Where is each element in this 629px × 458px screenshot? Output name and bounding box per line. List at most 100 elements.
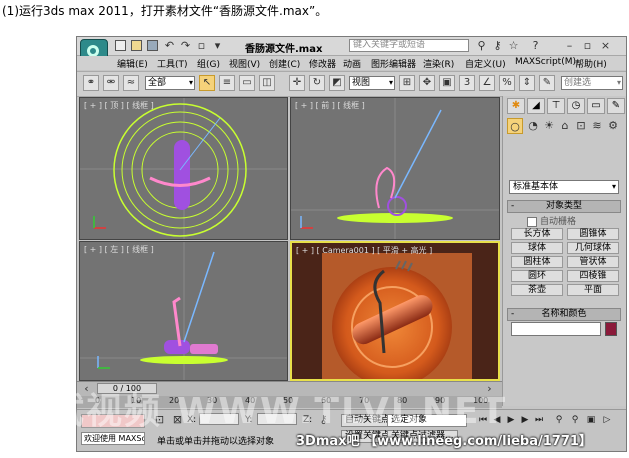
primitive-category-dropdown[interactable]: 标准基本体: [509, 180, 619, 194]
menu-create[interactable]: 创建(C): [269, 57, 300, 70]
selection-filter-dropdown[interactable]: 全部: [145, 76, 195, 90]
object-type-title: 对象类型: [545, 201, 582, 211]
undo-icon[interactable]: ↶: [163, 39, 176, 52]
cylinder-button[interactable]: 圆柱体: [511, 256, 563, 268]
binoculars-icon[interactable]: ⚲: [475, 39, 488, 52]
display-tab-icon[interactable]: ▭: [587, 98, 605, 114]
tutorial-caption: (1)运行3ds max 2011，打开素材文件“香肠源文件.max”。: [2, 4, 328, 18]
viewport-left-label[interactable]: [ + ] [ 左 ] [ 线框 ]: [84, 244, 154, 255]
named-selection-set-dropdown[interactable]: 创建选: [561, 76, 623, 90]
zoom-all-icon[interactable]: ⚲: [569, 415, 581, 426]
menu-group[interactable]: 组(G): [197, 57, 220, 70]
watermark-main: 调试视频 WWW.TLVI.NET: [10, 391, 508, 432]
select-and-move-icon[interactable]: ✛: [289, 75, 305, 91]
help-search-input[interactable]: 键入关键字或短语: [349, 39, 469, 52]
favorites-icon[interactable]: ☆: [507, 39, 520, 52]
object-color-swatch[interactable]: [605, 322, 617, 336]
box-button[interactable]: 长方体: [511, 228, 563, 240]
name-and-color-rollout[interactable]: - 名称和颜色: [507, 308, 621, 321]
pyramid-button[interactable]: 四棱锥: [567, 270, 619, 282]
hold-icon[interactable]: ▫: [195, 39, 208, 52]
zoom-extents-icon[interactable]: ▣: [585, 415, 597, 426]
snaps-toggle-icon[interactable]: 3: [459, 75, 475, 91]
select-object-icon[interactable]: ↖: [199, 75, 215, 91]
utilities-tab-icon[interactable]: ✎: [607, 98, 625, 114]
geosphere-button[interactable]: 几何球体: [567, 242, 619, 254]
create-tab-icon[interactable]: ✱: [507, 98, 525, 114]
shapes-icon[interactable]: ◔: [525, 118, 541, 134]
title-bar: ↶ ↷ ▫ ▾ 香肠源文件.max 键入关键字或短语 ⚲ ⚷ ☆ ? – ▫ ×: [77, 37, 626, 67]
next-key-icon[interactable]: ▶: [519, 415, 531, 426]
autogrid-checkbox[interactable]: 自动栅格: [527, 214, 576, 227]
plane-button[interactable]: 平面: [567, 284, 619, 296]
minimize-icon[interactable]: –: [563, 39, 576, 52]
field-of-view-icon[interactable]: ▷: [601, 415, 613, 426]
viewport-top-scene: [80, 98, 287, 239]
edit-named-selection-icon[interactable]: ✎: [539, 75, 555, 91]
tube-button[interactable]: 管状体: [567, 256, 619, 268]
select-and-scale-icon[interactable]: ◩: [329, 75, 345, 91]
menu-rendering[interactable]: 渲染(R): [423, 57, 454, 70]
helpers-icon[interactable]: ⊡: [573, 118, 589, 134]
space-warps-icon[interactable]: ≋: [589, 118, 605, 134]
viewport-camera[interactable]: [ + ] [ Camera001 ] [ 平滑 + 高光 ]: [290, 241, 500, 381]
autogrid-check-box[interactable]: [527, 216, 537, 227]
hierarchy-tab-icon[interactable]: ⊤: [547, 98, 565, 114]
menu-modifiers[interactable]: 修改器: [309, 57, 336, 70]
geometry-icon[interactable]: ○: [507, 118, 523, 134]
menu-views[interactable]: 视图(V): [229, 57, 260, 70]
menu-edit[interactable]: 编辑(E): [117, 57, 148, 70]
use-pivot-center-icon[interactable]: ⊞: [399, 75, 415, 91]
close-icon[interactable]: ×: [599, 39, 612, 52]
object-name-input[interactable]: [511, 322, 601, 336]
modify-tab-icon[interactable]: ◢: [527, 98, 545, 114]
window-crossing-icon[interactable]: ◫: [259, 75, 275, 91]
angle-snap-icon[interactable]: ∠: [479, 75, 495, 91]
quick-access-dropdown-icon[interactable]: ▾: [211, 39, 224, 52]
viewport-front[interactable]: [ + ] [ 前 ] [ 线框 ]: [290, 97, 500, 240]
menu-bar: 编辑(E) 工具(T) 组(G) 视图(V) 创建(C) 修改器 动画 图形编辑…: [77, 56, 626, 70]
go-to-end-icon[interactable]: ⏭: [533, 415, 545, 426]
key-icon[interactable]: ⚷: [491, 39, 504, 52]
select-and-rotate-icon[interactable]: ↻: [309, 75, 325, 91]
redo-icon[interactable]: ↷: [179, 39, 192, 52]
torus-button[interactable]: 圆环: [511, 270, 563, 282]
unlink-icon[interactable]: ⚮: [103, 75, 119, 91]
open-file-icon[interactable]: [131, 40, 142, 51]
cameras-icon[interactable]: ⌂: [557, 118, 573, 134]
menu-tools[interactable]: 工具(T): [157, 57, 188, 70]
motion-tab-icon[interactable]: ◷: [567, 98, 585, 114]
maximize-icon[interactable]: ▫: [581, 39, 594, 52]
new-file-icon[interactable]: [115, 40, 126, 51]
select-and-link-icon[interactable]: ⚭: [83, 75, 99, 91]
menu-customize[interactable]: 自定义(U): [465, 57, 506, 70]
percent-snap-icon[interactable]: %: [499, 75, 515, 91]
viewport-left[interactable]: [ + ] [ 左 ] [ 线框 ]: [79, 241, 288, 381]
viewport-top-label[interactable]: [ + ] [ 顶 ] [ 线框 ]: [84, 100, 154, 111]
reference-coordinate-dropdown[interactable]: 视图: [349, 76, 395, 90]
teapot-button[interactable]: 茶壶: [511, 284, 563, 296]
menu-help[interactable]: 帮助(H): [575, 57, 607, 70]
viewport-front-label[interactable]: [ + ] [ 前 ] [ 线框 ]: [295, 100, 365, 111]
systems-icon[interactable]: ⚙: [605, 118, 621, 134]
lights-icon[interactable]: ☀: [541, 118, 557, 134]
object-type-rollout[interactable]: - 对象类型: [507, 200, 621, 213]
sphere-button[interactable]: 球体: [511, 242, 563, 254]
cone-button[interactable]: 圆锥体: [567, 228, 619, 240]
keyboard-shortcut-toggle-icon[interactable]: ▣: [439, 75, 455, 91]
select-and-manipulate-icon[interactable]: ✥: [419, 75, 435, 91]
spinner-snap-icon[interactable]: ⇕: [519, 75, 535, 91]
main-toolbar: ⚭ ⚮ ≈ 全部 ↖ ≡ ▭ ◫ ✛ ↻ ◩ 视图 ⊞ ✥ ▣ 3 ∠ % ⇕ …: [77, 71, 626, 97]
menu-graph-editors[interactable]: 图形编辑器: [371, 57, 416, 70]
help-icon[interactable]: ?: [529, 39, 542, 52]
select-by-name-icon[interactable]: ≡: [219, 75, 235, 91]
rectangle-selection-icon[interactable]: ▭: [239, 75, 255, 91]
viewport-camera-label[interactable]: [ + ] [ Camera001 ] [ 平滑 + 高光 ]: [296, 245, 432, 256]
save-file-icon[interactable]: [147, 40, 158, 51]
viewport-top[interactable]: [ + ] [ 顶 ] [ 线框 ]: [79, 97, 288, 240]
menu-animation[interactable]: 动画: [343, 57, 361, 70]
bind-space-warp-icon[interactable]: ≈: [123, 75, 139, 91]
zoom-icon[interactable]: ⚲: [553, 415, 565, 426]
watermark-bottom: 3Dmax吧 【www.lineeg.com/lieba/1771】: [296, 434, 592, 449]
menu-maxscript[interactable]: MAXScript(M): [515, 57, 576, 67]
